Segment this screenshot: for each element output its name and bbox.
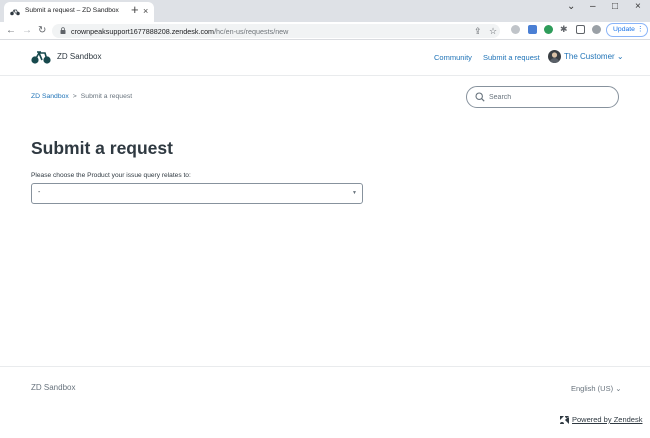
product-select[interactable]: - ▼ — [31, 183, 363, 204]
profile-icon[interactable] — [592, 25, 601, 34]
share-icon[interactable]: ⇪ — [474, 25, 482, 37]
brand-name[interactable]: ZD Sandbox — [57, 52, 101, 61]
extension-icon[interactable] — [511, 25, 520, 34]
language-label: English (US) — [571, 384, 614, 393]
page-title: Submit a request — [31, 138, 173, 158]
url-host: crownpeaksupport1677888208.zendesk.com — [71, 26, 215, 36]
url-text[interactable]: crownpeaksupport1677888208.zendesk.com/h… — [71, 27, 288, 36]
product-select-value: - — [38, 189, 41, 196]
puzzle-icon[interactable]: ✱ — [560, 25, 569, 34]
breadcrumb-current: Submit a request — [80, 93, 133, 100]
search-icon — [475, 92, 485, 102]
product-field-label: Please choose the Product your issue que… — [31, 172, 191, 179]
bicycle-logo-icon[interactable] — [31, 50, 51, 64]
tab-search-icon[interactable]: ⌄ — [567, 1, 575, 13]
window-close-icon[interactable]: × — [635, 1, 641, 13]
user-menu[interactable]: The Customer ⌄ — [564, 52, 624, 61]
chevron-down-icon: ⌄ — [616, 52, 624, 61]
breadcrumb-separator: > — [72, 93, 77, 100]
breadcrumb: ZD Sandbox > Submit a request — [31, 93, 132, 100]
new-tab-icon[interactable]: + — [131, 3, 139, 17]
user-name: The Customer — [564, 52, 615, 61]
nav-submit-request-link[interactable]: Submit a request — [483, 53, 540, 62]
url-path: /hc/en-us/requests/new — [214, 26, 289, 36]
forward-icon[interactable]: → — [22, 24, 32, 38]
site-footer: ZD Sandbox English (US) ⌄ Powered by Zen… — [0, 366, 650, 438]
breadcrumb-home-link[interactable]: ZD Sandbox — [31, 93, 69, 100]
minimize-icon[interactable]: – — [590, 1, 596, 13]
tab-title: Submit a request – ZD Sandbox — [25, 7, 119, 14]
update-button[interactable]: Update ⋮ — [606, 23, 648, 37]
lock-icon[interactable] — [60, 27, 66, 34]
bicycle-icon — [10, 9, 20, 16]
reload-icon[interactable]: ↻ — [38, 24, 46, 38]
bookmark-star-icon[interactable]: ☆ — [489, 25, 497, 37]
back-icon[interactable]: ← — [6, 24, 16, 38]
maximize-icon[interactable]: □ — [612, 1, 618, 13]
language-selector[interactable]: English (US) ⌄ — [571, 384, 622, 393]
browser-tab-bar: Submit a request – ZD Sandbox × + ⌄ – □ … — [0, 0, 650, 22]
extension-badge-icon[interactable] — [528, 25, 537, 34]
omnibox[interactable]: crownpeaksupport1677888208.zendesk.com/h… — [52, 24, 500, 38]
tab-close-icon[interactable]: × — [143, 6, 148, 16]
search-input[interactable] — [489, 90, 609, 104]
user-avatar-icon — [549, 52, 560, 63]
footer-brand[interactable]: ZD Sandbox — [31, 383, 75, 392]
search-box[interactable] — [466, 86, 619, 108]
caret-down-icon: ▼ — [352, 190, 357, 196]
site-header: ZD Sandbox Community Submit a request Th… — [0, 40, 650, 76]
avatar[interactable] — [548, 50, 561, 63]
powered-by-zendesk-link[interactable]: Powered by Zendesk — [572, 415, 642, 424]
nav-community-link[interactable]: Community — [434, 53, 472, 62]
extension-green-icon[interactable] — [544, 25, 553, 34]
language-chevron-icon: ⌄ — [615, 384, 622, 393]
zendesk-logo-icon — [560, 416, 569, 424]
side-panel-icon[interactable] — [576, 25, 585, 34]
update-label: Update — [613, 26, 635, 33]
